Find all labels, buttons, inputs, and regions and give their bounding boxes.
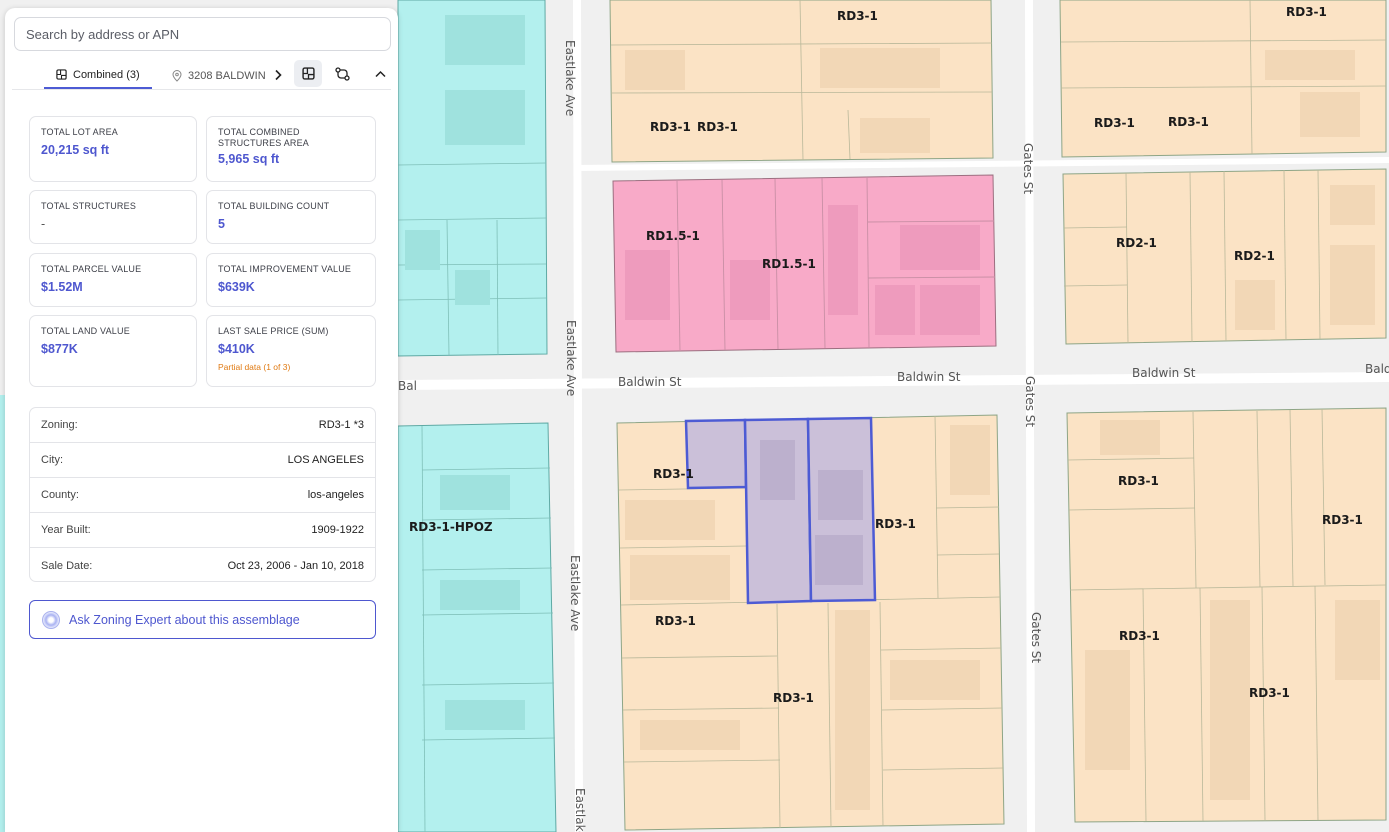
assemblage-panel: Combined (3) 3208 BALDWIN — [5, 8, 398, 832]
stat-value: $1.52M — [41, 280, 83, 294]
hpoz-block-north[interactable] — [397, 0, 548, 357]
rd2-block[interactable] — [1062, 168, 1387, 345]
details-label: Zoning: — [41, 419, 78, 431]
parcels-icon — [301, 67, 315, 80]
stat-label: LAST SALE PRICE (SUM) — [218, 326, 329, 336]
street-label: Eastlake Ave — [563, 40, 577, 117]
details-row-year-built: Year Built: 1909-1922 — [30, 513, 375, 548]
stat-value: 20,215 sq ft — [41, 143, 110, 157]
zone-label: RD3-1 — [1119, 629, 1160, 643]
stat-card-land-value: TOTAL LAND VALUE $877K — [29, 315, 197, 387]
stat-value: $639K — [218, 280, 255, 294]
street-label: Gates St — [1021, 143, 1035, 195]
details-table: Zoning: RD3-1 *3 City: LOS ANGELES Count… — [29, 407, 376, 582]
street-label: Eastlake — [573, 788, 587, 832]
stat-label: TOTAL LOT AREA — [41, 127, 118, 137]
stat-card-improvement-value: TOTAL IMPROVEMENT VALUE $639K — [206, 253, 376, 307]
stat-value: $877K — [41, 342, 78, 356]
stat-value: $410K — [218, 342, 255, 356]
stat-card-building-count: TOTAL BUILDING COUNT 5 — [206, 190, 376, 244]
zone-label: RD3-1 — [653, 467, 694, 481]
collapse-button[interactable] — [366, 60, 394, 87]
hpoz-block-south[interactable] — [397, 422, 557, 832]
parcels-icon — [56, 69, 67, 80]
zone-label: RD3-1 — [1249, 686, 1290, 700]
tab-combined[interactable]: Combined (3) — [44, 62, 152, 89]
street-label: Baldwin St — [618, 375, 682, 389]
ask-zoning-expert-button[interactable]: Ask Zoning Expert about this assemblage — [29, 600, 376, 639]
street-label: Eastlake Ave — [568, 555, 582, 632]
stat-card-last-sale: LAST SALE PRICE (SUM) $410K Partial data… — [206, 315, 376, 387]
zone-label: RD3-1 — [875, 517, 916, 531]
details-value: 1909-1922 — [311, 524, 364, 536]
stat-label: TOTAL PARCEL VALUE — [41, 264, 142, 274]
stat-value: - — [41, 217, 46, 231]
zone-label: RD2-1 — [1234, 249, 1275, 263]
zone-label: RD2-1 — [1116, 236, 1157, 250]
zone-label: RD3-1 — [697, 120, 738, 134]
street-label: Baldwin St — [897, 370, 961, 384]
rd3-block-north-center[interactable] — [609, 0, 994, 163]
details-label: Sale Date: — [41, 559, 93, 572]
tab-address-label: 3208 BALDWIN — [188, 69, 266, 82]
stat-value: 5 — [218, 217, 225, 231]
details-value: los-angeles — [307, 489, 364, 501]
zone-label: RD3-1 — [1322, 513, 1363, 527]
zone-label: RD3-1 — [650, 120, 691, 134]
zone-label: RD3-1 — [1118, 474, 1159, 488]
partial-data-note: Partial data (1 of 3) — [218, 362, 291, 372]
street-label: Baldwin St — [1132, 366, 1196, 380]
zone-label: RD3-1 — [1094, 116, 1135, 130]
stat-label: TOTAL BUILDING COUNT — [218, 201, 330, 211]
route-button[interactable] — [328, 60, 356, 87]
stat-value: 5,965 sq ft — [218, 152, 280, 166]
details-label: Year Built: — [41, 524, 91, 536]
stat-card-structures-area: TOTAL COMBINED STRUCTURES AREA 5,965 sq … — [206, 116, 376, 182]
chevron-right-icon[interactable] — [270, 67, 286, 83]
stat-card-parcel-value: TOTAL PARCEL VALUE $1.52M — [29, 253, 197, 307]
details-row-city: City: LOS ANGELES — [30, 443, 375, 478]
stat-label: TOTAL LAND VALUE — [41, 326, 130, 336]
details-label: County: — [41, 489, 79, 501]
parcel-mode-button[interactable] — [294, 60, 322, 87]
stat-label: TOTAL COMBINED STRUCTURES AREA — [218, 127, 310, 148]
chevron-up-icon — [374, 70, 386, 77]
zone-label: RD1.5-1 — [762, 257, 816, 271]
details-value: LOS ANGELES — [287, 454, 364, 466]
search-input[interactable] — [14, 17, 391, 51]
street-label: Gates St — [1023, 376, 1037, 428]
stat-label: TOTAL IMPROVEMENT VALUE — [218, 264, 352, 274]
stat-card-structures: TOTAL STRUCTURES - — [29, 190, 197, 244]
zone-label: RD3-1 — [1168, 115, 1209, 129]
street-label: Gates St — [1029, 612, 1043, 664]
details-row-county: County: los-angeles — [30, 478, 375, 513]
details-label: City: — [41, 454, 63, 466]
stat-label: TOTAL STRUCTURES — [41, 201, 137, 211]
route-icon — [334, 66, 350, 81]
zone-label: RD1.5-1 — [646, 229, 700, 243]
details-value: RD3-1 *3 — [318, 419, 364, 431]
tab-address[interactable]: 3208 BALDWIN — [167, 62, 267, 89]
details-value: Oct 23, 2006 - Jan 10, 2018 — [227, 559, 364, 572]
ai-orb-icon — [42, 610, 60, 629]
tab-combined-label: Combined (3) — [73, 68, 140, 81]
zone-label: RD3-1 — [1286, 5, 1327, 19]
zone-label: RD3-1 — [655, 614, 696, 628]
panel-tabs: Combined (3) 3208 BALDWIN — [12, 58, 391, 90]
stat-card-lot-area: TOTAL LOT AREA 20,215 sq ft — [29, 116, 197, 182]
street-label: Baldwin St — [1365, 362, 1389, 376]
street-label: Eastlake Ave — [564, 320, 578, 397]
street-label: Bal — [398, 379, 417, 393]
rd3-block-north-east[interactable] — [1059, 0, 1387, 158]
zone-label: RD3-1 — [837, 9, 878, 23]
details-row-zoning: Zoning: RD3-1 *3 — [30, 408, 375, 443]
ask-zoning-expert-label: Ask Zoning Expert about this assemblage — [69, 612, 300, 627]
eastlake-ave-road — [573, 0, 583, 832]
zone-label: RD3-1-HPOZ — [409, 520, 493, 534]
location-pin-icon — [172, 69, 182, 82]
details-row-sale-date: Sale Date: Oct 23, 2006 - Jan 10, 2018 — [30, 548, 375, 583]
zone-label: RD3-1 — [773, 691, 814, 705]
rd3-block-south-east[interactable] — [1066, 407, 1387, 823]
